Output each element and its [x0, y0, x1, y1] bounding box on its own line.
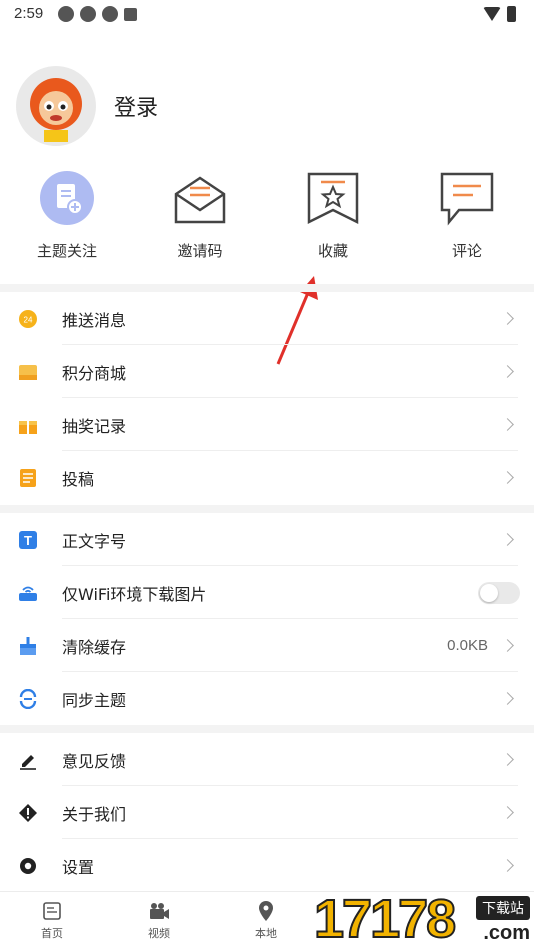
menu-item-wifi-only-images: 仅WiFi环境下载图片	[0, 566, 534, 619]
pencil-icon	[18, 750, 38, 770]
menu-item-font-size[interactable]: T 正文字号	[0, 513, 534, 566]
notification-icon	[58, 6, 74, 22]
wifi-icon	[483, 7, 501, 21]
chevron-right-icon	[501, 859, 514, 872]
points-mall-icon	[18, 362, 38, 382]
quick-action-invite[interactable]: 邀请码	[140, 168, 260, 261]
avatar[interactable]	[16, 66, 96, 146]
menu-item-lottery-record[interactable]: 抽奖记录	[0, 398, 534, 451]
quick-actions: 主题关注 邀请码 收藏 评论	[0, 168, 534, 268]
menu-item-push-message[interactable]: 24 推送消息	[0, 292, 534, 345]
location-pin-icon	[255, 900, 277, 922]
invite-envelope-icon	[170, 168, 230, 228]
status-bar: 2:59	[0, 0, 534, 28]
site-watermark-logo: 17178 下载站 .com	[308, 888, 534, 950]
section-divider	[0, 505, 534, 513]
chevron-right-icon	[501, 639, 514, 652]
watermark-suffix: .com	[483, 922, 530, 944]
menu-item-label: 设置	[62, 857, 95, 877]
svg-text:T: T	[24, 533, 32, 548]
push-message-icon: 24	[18, 309, 38, 329]
sync-icon	[18, 688, 38, 709]
font-size-icon: T	[18, 530, 38, 550]
menu-item-label: 同步主题	[62, 690, 127, 710]
topic-follow-icon	[37, 168, 97, 228]
watermark-badge: 下载站	[476, 896, 530, 920]
notification-icon	[102, 6, 118, 22]
chevron-right-icon	[501, 753, 514, 766]
quick-action-label: 邀请码	[177, 242, 223, 260]
section-divider	[0, 284, 534, 292]
wifi-router-icon	[18, 583, 38, 603]
login-link[interactable]: 登录	[114, 90, 158, 122]
menu-item-feedback[interactable]: 意见反馈	[0, 733, 534, 786]
wifi-only-toggle[interactable]	[478, 581, 520, 604]
menu-item-sync-topics[interactable]: 同步主题	[0, 672, 534, 725]
tab-label: 首页	[41, 927, 63, 940]
chevron-right-icon	[501, 692, 514, 705]
menu-item-clear-cache[interactable]: 清除缓存 0.0KB	[0, 619, 534, 672]
cache-size-value: 0.0KB	[447, 637, 488, 654]
menu-item-label: 积分商城	[62, 363, 127, 383]
tab-video[interactable]: 视频	[119, 900, 199, 941]
svg-text:24: 24	[24, 315, 33, 324]
quick-action-favorite[interactable]: 收藏	[273, 168, 393, 261]
section-divider	[0, 725, 534, 733]
tab-label: 本地	[255, 927, 277, 940]
quick-action-label: 收藏	[317, 242, 348, 260]
gift-icon	[18, 415, 38, 435]
notification-icon	[124, 8, 137, 21]
quick-action-topic-follow[interactable]: 主题关注	[7, 168, 127, 261]
gear-icon	[18, 856, 38, 876]
chevron-right-icon	[501, 533, 514, 546]
menu-item-label: 关于我们	[62, 804, 127, 824]
tab-local[interactable]: 本地	[226, 900, 306, 941]
menu-item-label: 正文字号	[62, 531, 127, 551]
chevron-right-icon	[501, 312, 514, 325]
menu-item-points-mall[interactable]: 积分商城	[0, 345, 534, 398]
chevron-right-icon	[501, 471, 514, 484]
quick-action-comment[interactable]: 评论	[407, 168, 527, 261]
tab-label: 视频	[148, 927, 170, 940]
menu-item-label: 抽奖记录	[62, 416, 127, 436]
menu-item-label: 意见反馈	[62, 751, 127, 771]
comment-bubble-icon	[437, 168, 497, 228]
home-news-icon	[41, 900, 63, 922]
info-alert-icon	[18, 803, 38, 823]
submission-icon	[18, 468, 38, 488]
battery-icon	[507, 6, 516, 22]
broom-icon	[18, 636, 38, 656]
menu-item-label: 投稿	[62, 469, 95, 489]
favorite-bookmark-icon	[303, 168, 363, 228]
menu-item-submission[interactable]: 投稿	[0, 451, 534, 504]
watermark-number: 17178	[313, 888, 457, 950]
menu-item-label: 推送消息	[62, 310, 127, 330]
status-time: 2:59	[14, 5, 44, 22]
video-camera-icon	[148, 900, 170, 922]
menu-item-label: 仅WiFi环境下载图片	[62, 584, 207, 604]
quick-action-label: 评论	[451, 242, 482, 260]
notification-icon	[80, 6, 96, 22]
menu-item-label: 清除缓存	[62, 637, 127, 657]
menu-item-settings[interactable]: 设置	[0, 839, 534, 892]
menu-item-about-us[interactable]: 关于我们	[0, 786, 534, 839]
quick-action-label: 主题关注	[36, 242, 97, 260]
chevron-right-icon	[501, 365, 514, 378]
tab-home[interactable]: 首页	[12, 900, 92, 941]
chevron-right-icon	[501, 806, 514, 819]
profile-header[interactable]: 登录	[16, 66, 158, 146]
chevron-right-icon	[501, 418, 514, 431]
notification-icons	[58, 6, 137, 22]
